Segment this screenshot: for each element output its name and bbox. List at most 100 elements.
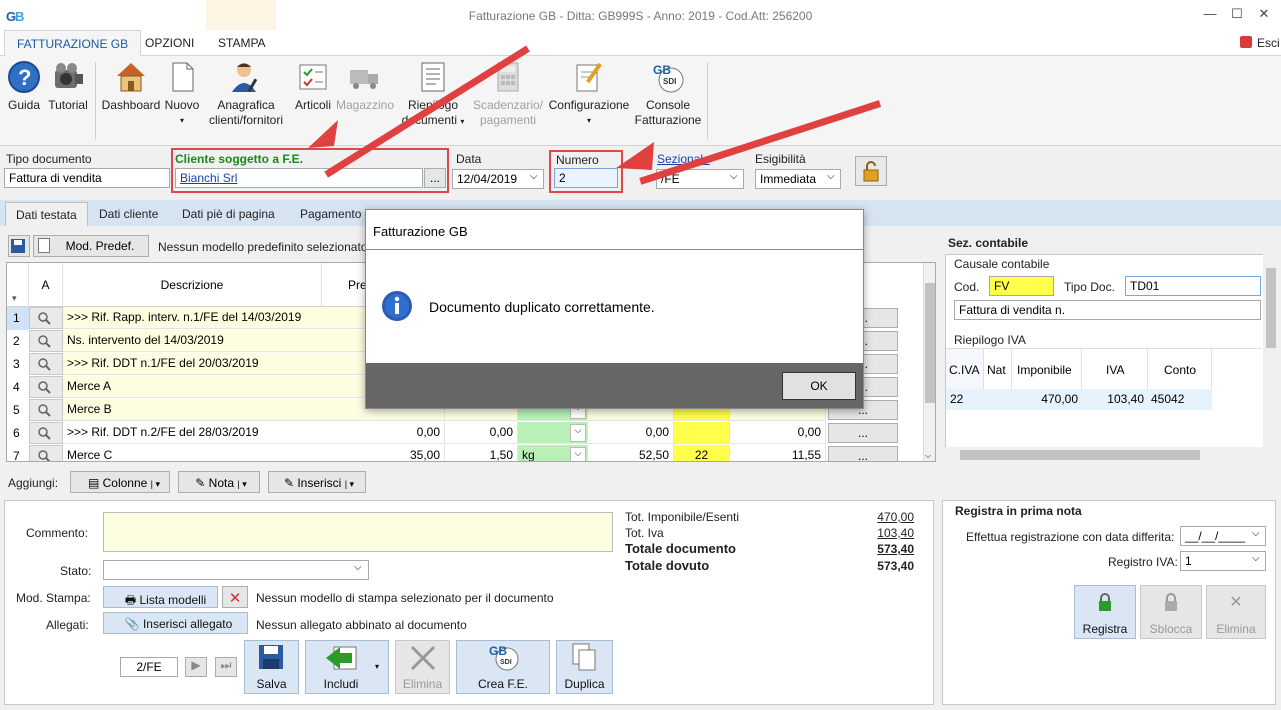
save-model-button[interactable] [8, 235, 30, 257]
report-icon [416, 60, 450, 94]
salva-button[interactable]: Salva [244, 640, 299, 694]
row-importo[interactable]: 52,50 [588, 445, 674, 461]
chevron-down-icon[interactable]: ⌵ [570, 447, 586, 461]
maximize-icon[interactable]: ☐ [1227, 6, 1247, 22]
row-descrizione[interactable]: Merce A [63, 376, 322, 398]
chevron-down-icon[interactable]: ⌵ [570, 424, 586, 442]
row-lookup-button[interactable] [29, 399, 63, 421]
inserisci-button[interactable]: ✎ Inserisci | ▾ [268, 471, 366, 493]
row-iva[interactable]: 22 [674, 445, 730, 461]
grid-header-descrizione[interactable]: Descrizione [63, 263, 322, 307]
row-prezzo[interactable]: 35,00 [322, 445, 445, 461]
grid-header-a[interactable]: A [29, 263, 63, 307]
tab-dati-pie-pagina[interactable]: Dati piè di pagina [172, 202, 285, 226]
tab-pagamento[interactable]: Pagamento [290, 202, 371, 226]
sez-scroll-thumb[interactable] [1266, 268, 1276, 348]
anagrafica-button[interactable]: Anagrafica clienti/fornitori [203, 60, 289, 128]
sblocca-button[interactable]: Sblocca [1140, 585, 1202, 639]
tab-fatturazione[interactable]: FATTURAZIONE GB [4, 30, 142, 57]
stato-select[interactable] [103, 560, 369, 580]
inserisci-allegato-button[interactable]: 📎 Inserisci allegato [103, 612, 248, 634]
chevron-down-icon[interactable]: ⌵ [730, 171, 738, 182]
lock-button[interactable] [855, 156, 887, 186]
row-iva[interactable] [674, 422, 730, 444]
configurazione-label: Configurazione [548, 98, 630, 112]
nota-button[interactable]: ✎ Nota | ▾ [178, 471, 260, 493]
exit-icon[interactable] [1240, 36, 1252, 48]
articoli-button[interactable]: Articoli [290, 60, 336, 113]
row-lookup-button[interactable] [29, 307, 63, 329]
scadenzario-button[interactable]: Scadenzario/ pagamenti [470, 60, 546, 128]
tutorial-button[interactable]: Tutorial [45, 60, 91, 113]
tab-dati-testata[interactable]: Dati testata [5, 202, 88, 226]
ok-button[interactable]: OK [782, 372, 856, 400]
magazzino-button[interactable]: Magazzino [336, 60, 394, 113]
registra-button[interactable]: Registra [1074, 585, 1136, 639]
tab-opzioni[interactable]: OPZIONI [133, 30, 206, 57]
row-importo[interactable]: 0,00 [588, 422, 674, 444]
mod-predef-button[interactable]: Mod. Predef. [33, 235, 149, 257]
tipo-doc-field[interactable]: TD01 [1125, 276, 1261, 296]
row-lookup-button[interactable] [29, 353, 63, 375]
row-more-button[interactable]: ... [828, 423, 898, 443]
row-descrizione[interactable]: Merce C [63, 445, 322, 461]
dashboard-button[interactable]: Dashboard [100, 60, 162, 113]
row-descrizione[interactable]: >>> Rif. DDT n.2/FE del 28/03/2019 [63, 422, 322, 444]
guida-button[interactable]: ? Guida [6, 60, 42, 113]
tutorial-label: Tutorial [48, 98, 88, 112]
chevron-down-icon[interactable]: ▾ [375, 662, 379, 671]
row-prezzo[interactable]: 0,00 [322, 422, 445, 444]
chevron-down-icon[interactable]: ⌵ [354, 562, 362, 573]
row-descrizione[interactable]: Ns. intervento del 14/03/2019 [63, 330, 322, 352]
tab-dati-cliente[interactable]: Dati cliente [89, 202, 168, 226]
table-row[interactable]: 6 >>> Rif. DDT n.2/FE del 28/03/2019 0,00 0… [7, 422, 935, 445]
exit-label[interactable]: Esci [1257, 36, 1280, 50]
registro-iva-label: Registro IVA: [1108, 555, 1178, 569]
close-icon[interactable]: ✕ [1254, 6, 1274, 22]
last-button[interactable]: ⏭ [215, 657, 237, 677]
chevron-down-icon[interactable]: ⌵ [530, 171, 538, 182]
nuovo-button[interactable]: Nuovo ▾ [162, 60, 202, 128]
elimina-registrazione-button[interactable]: ✕ Elimina [1206, 585, 1266, 639]
table-row[interactable]: 7 Merce C 35,00 1,50 kg ⌵ 52,50 22 11,55... [7, 445, 935, 461]
numero-field[interactable]: 2 [554, 168, 618, 188]
minimize-icon[interactable]: — [1200, 6, 1220, 21]
svg-text:GB: GB [653, 63, 671, 77]
crea-fe-button[interactable]: GB SDI Crea F.E. [456, 640, 550, 694]
console-label-2: Fatturazione [634, 113, 702, 127]
row-descrizione[interactable]: >>> Rif. Rapp. interv. n.1/FE del 14/03/… [63, 307, 322, 329]
cod-field[interactable]: FV [989, 276, 1054, 296]
row-lookup-button[interactable] [29, 422, 63, 444]
row-iva-importo[interactable]: 11,55 [730, 445, 826, 461]
iva-hscroll-thumb[interactable] [960, 450, 1200, 460]
lista-modelli-button[interactable]: 🖶 Lista modelli [103, 586, 218, 608]
colonne-button[interactable]: ▤ Colonne | ▾ [70, 471, 170, 493]
chevron-down-icon[interactable]: ⌵ [1252, 528, 1260, 539]
next-button[interactable]: ▶ [185, 657, 207, 677]
iva-header-civa: C.IVA [946, 349, 984, 389]
tab-stampa[interactable]: STAMPA [206, 30, 278, 57]
row-iva-importo[interactable]: 0,00 [730, 422, 826, 444]
duplica-button[interactable]: Duplica [556, 640, 613, 694]
chevron-down-icon[interactable]: ⌵ [1252, 553, 1260, 564]
row-lookup-button[interactable] [29, 376, 63, 398]
causale-desc-field[interactable]: Fattura di vendita n. [954, 300, 1261, 320]
nuovo-label: Nuovo [164, 98, 200, 112]
tipo-documento-field[interactable]: Fattura di vendita [4, 168, 170, 188]
commento-field[interactable] [103, 512, 613, 552]
row-quantita[interactable]: 1,50 [445, 445, 518, 461]
nav-doc-field[interactable]: 2/FE [120, 657, 178, 677]
row-lookup-button[interactable] [29, 330, 63, 352]
remove-model-button[interactable]: ✕ [222, 586, 248, 608]
elimina-doc-button[interactable]: Elimina [395, 640, 450, 694]
row-descrizione[interactable]: Merce B [63, 399, 322, 421]
console-button[interactable]: GB SDI Console Fatturazione [632, 60, 704, 128]
cliente-field[interactable]: Bianchi Srl [175, 168, 423, 188]
row-more-button[interactable]: ... [828, 446, 898, 461]
row-lookup-button[interactable] [29, 445, 63, 461]
configurazione-button[interactable]: Configurazione ▾ [546, 60, 632, 128]
cliente-lookup-button[interactable]: ... [424, 168, 446, 188]
row-descrizione[interactable]: >>> Rif. DDT n.1/FE del 20/03/2019 [63, 353, 322, 375]
chevron-down-icon[interactable]: ⌵ [827, 171, 835, 182]
row-quantita[interactable]: 0,00 [445, 422, 518, 444]
